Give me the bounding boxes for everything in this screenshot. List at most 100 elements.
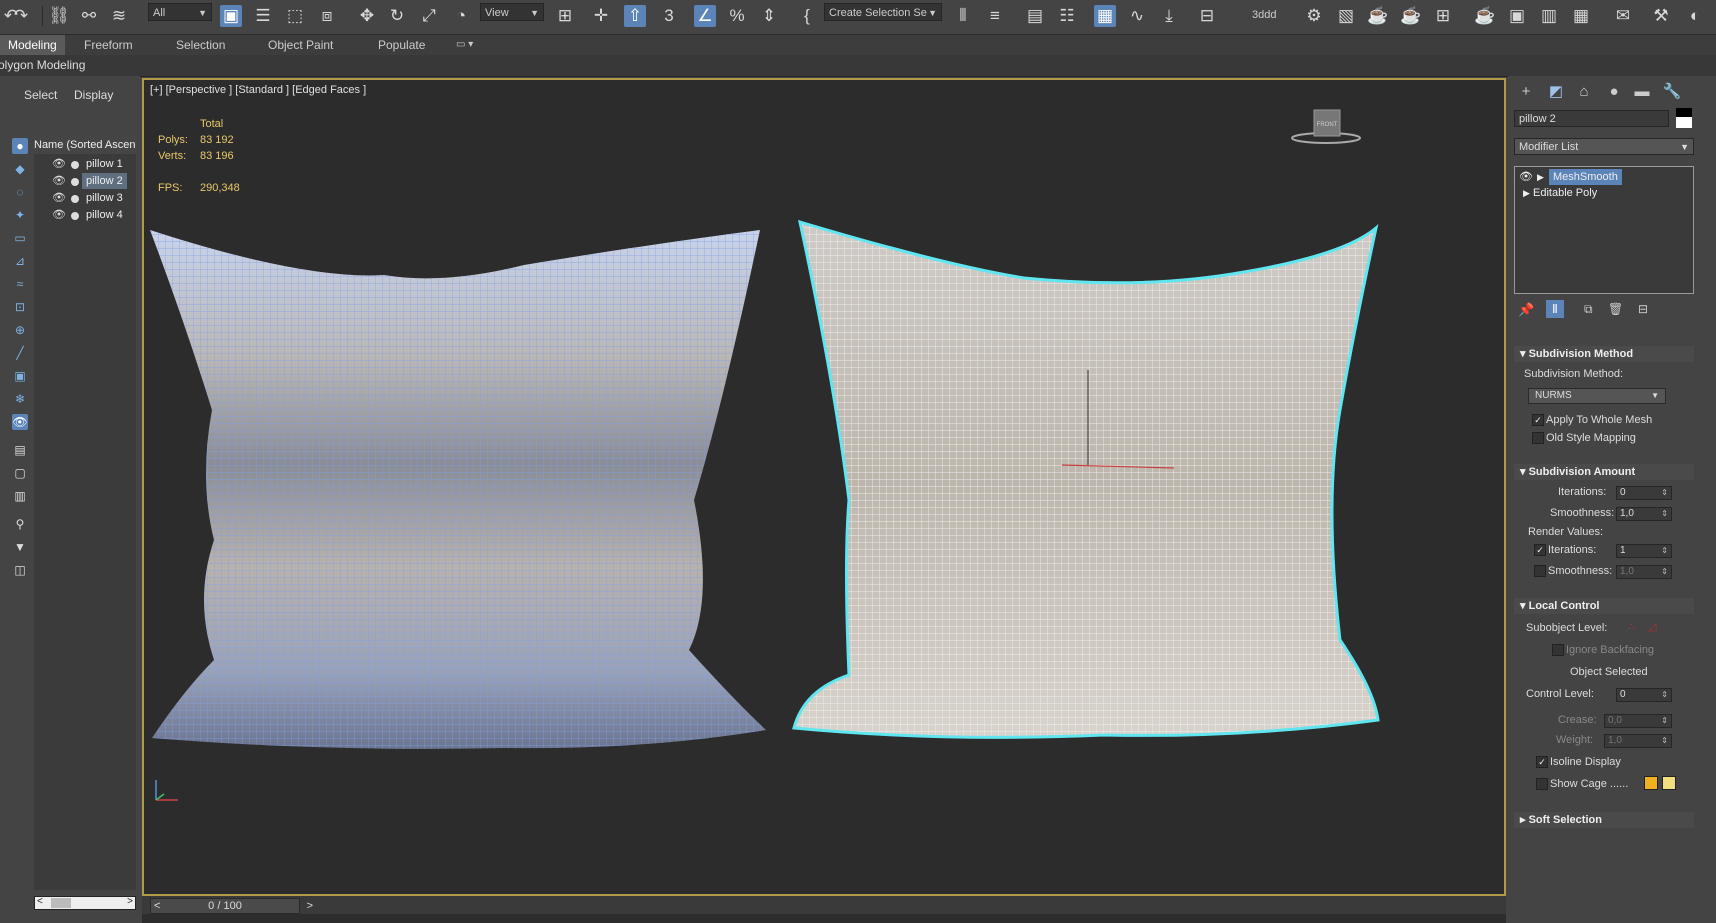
object-name-field[interactable]: pillow 2 (1514, 110, 1669, 127)
list-item[interactable]: 👁 pillow 3 (34, 190, 136, 208)
scene-tab-select[interactable]: Select (24, 88, 57, 102)
curve-editor-icon[interactable]: ∿ (1126, 5, 1148, 27)
filter-selected-icon[interactable]: ⚲ (12, 516, 28, 532)
spinner-arrows-icon[interactable]: ⇕ (1661, 508, 1668, 520)
display-cameras-icon[interactable]: ▭ (12, 230, 28, 246)
make-unique-icon[interactable]: ⧉ (1584, 302, 1593, 317)
rollout-soft-selection[interactable]: ▸ Soft Selection (1514, 812, 1694, 828)
timeline-bar[interactable] (142, 896, 1506, 923)
old-style-mapping-checkbox[interactable] (1532, 432, 1544, 444)
tab-populate[interactable]: Populate (378, 35, 425, 55)
rendered-frame-icon[interactable]: ▧ (1335, 5, 1357, 27)
rotate-icon[interactable]: ↻ (386, 5, 408, 27)
display-frozen-icon[interactable]: ❄ (12, 391, 28, 407)
viewcube[interactable]: FRONT (1291, 109, 1361, 144)
tab-freeform[interactable]: Freeform (84, 35, 133, 55)
snaps-toggle-icon[interactable]: 3 (658, 5, 680, 27)
scene-settings-icon[interactable]: ◫ (12, 562, 28, 578)
show-end-result-icon[interactable]: Ⅱ (1546, 300, 1564, 318)
subdivision-method-dropdown[interactable]: NURMS ▼ (1528, 388, 1666, 404)
spinner-arrows-icon[interactable]: ⇕ (1661, 715, 1668, 727)
spinner-arrows-icon[interactable]: ⇕ (1661, 689, 1668, 701)
ribbon-options-icon[interactable]: ▭ ▾ (456, 35, 473, 55)
list-item[interactable]: 👁 pillow 1 (34, 156, 136, 174)
prev-frame-icon[interactable]: < (154, 899, 160, 913)
list-item[interactable]: 👁 pillow 2 (34, 173, 136, 191)
rollout-subdivision-method[interactable]: ▾ Subdivision Method (1514, 346, 1694, 362)
display-geometry-icon[interactable]: ◆ (12, 161, 28, 177)
render-setup-icon[interactable]: ⚙ (1303, 5, 1325, 27)
cage-color-swatch[interactable] (1644, 776, 1658, 790)
create-tab-icon[interactable]: + (1516, 82, 1536, 102)
list-item[interactable]: 👁 pillow 4 (34, 207, 136, 225)
display-none-icon[interactable]: ● (12, 138, 28, 154)
material-editor-icon[interactable]: ⊟ (1196, 5, 1218, 27)
apply-whole-mesh-checkbox[interactable]: ✓ (1532, 414, 1544, 426)
visibility-eye-icon[interactable]: 👁 (52, 208, 66, 221)
environment-icon[interactable]: ▦ (1570, 5, 1592, 27)
pillow-2-mesh[interactable] (792, 219, 1380, 739)
time-slider[interactable]: < 0 / 100 > (150, 898, 313, 914)
angle-snap-icon[interactable]: ∠ (694, 5, 716, 27)
redo-icon[interactable]: ↷ (10, 5, 32, 27)
keyboard-shortcut-override-icon[interactable]: ⇧ (624, 5, 646, 27)
control-level-spinner[interactable]: 0 ⇕ (1616, 688, 1672, 702)
spinner-arrows-icon[interactable]: ⇕ (1661, 487, 1668, 499)
spinner-snap-icon[interactable]: ⇕ (758, 5, 780, 27)
rollout-subdivision-amount[interactable]: ▾ Subdivision Amount (1514, 464, 1694, 480)
visibility-eye-icon[interactable]: 👁 (52, 157, 66, 170)
scroll-left-icon[interactable]: < (37, 896, 43, 907)
teapot-render-icon[interactable]: ☕ (1474, 5, 1496, 27)
link-icon[interactable]: ⛓ (48, 5, 70, 27)
move-icon[interactable]: ✥ (356, 5, 378, 27)
edit-named-selection-icon[interactable]: { (796, 5, 818, 27)
window-crossing-icon[interactable]: ⧈ (316, 5, 338, 27)
tab-modeling[interactable]: Modeling (0, 35, 65, 55)
ignore-backfacing-checkbox[interactable] (1552, 644, 1564, 656)
display-lights-icon[interactable]: ✦ (12, 207, 28, 223)
object-color-swatch[interactable] (1676, 108, 1692, 128)
unlink-icon[interactable]: ⚯ (78, 5, 100, 27)
render-dot-icon[interactable] (71, 178, 79, 186)
edge-level-icon[interactable]: ◿ (1648, 620, 1656, 633)
eye-icon[interactable]: 👁 (1519, 169, 1533, 185)
spinner-arrows-icon[interactable]: ⇕ (1661, 566, 1668, 578)
align-icon[interactable]: ≡ (984, 5, 1006, 27)
next-frame-icon[interactable]: > (307, 899, 313, 913)
visibility-eye-icon[interactable]: 👁 (52, 174, 66, 187)
toggle-ribbon-icon[interactable]: ☷ (1056, 5, 1078, 27)
bind-spacewarp-icon[interactable]: ≋ (108, 5, 130, 27)
hierarchy-tab-icon[interactable]: ⌂ (1574, 82, 1594, 102)
render-iterative-icon[interactable]: ☕ (1400, 5, 1422, 27)
tab-object-paint[interactable]: Object Paint (268, 35, 333, 55)
stack-item-meshsmooth[interactable]: 👁 ▶ MeshSmooth (1515, 169, 1693, 185)
display-spacewarps-icon[interactable]: ≈ (12, 276, 28, 292)
help-icon[interactable]: ◐ (1684, 5, 1706, 27)
select-object-icon[interactable]: ▣ (220, 5, 242, 27)
display-tab-icon[interactable]: ▬ (1632, 82, 1652, 102)
pillow-1-mesh[interactable] (150, 230, 766, 749)
iterations-spinner[interactable]: 0 ⇕ (1616, 486, 1672, 500)
display-bones-icon[interactable]: ╱ (12, 345, 28, 361)
scroll-thumb[interactable] (51, 898, 71, 908)
ref-coord-dropdown[interactable]: View ▼ (480, 3, 544, 21)
named-selection-dropdown[interactable]: Create Selection Se ▼ (824, 3, 942, 21)
smoothness-spinner[interactable]: 1,0 ⇕ (1616, 507, 1672, 521)
select-manipulate-icon[interactable]: ✛ (590, 5, 612, 27)
show-cage-checkbox[interactable] (1536, 778, 1548, 790)
ribbon-sub-label[interactable]: Polygon Modeling (0, 58, 85, 72)
rect-selection-icon[interactable]: ⬚ (284, 5, 306, 27)
display-hidden-icon[interactable]: 👁 (12, 414, 28, 430)
display-helpers-icon[interactable]: ⊿ (12, 253, 28, 269)
expand-icon[interactable]: ▶ (1537, 169, 1544, 185)
display-xrefs-icon[interactable]: ⊕ (12, 322, 28, 338)
tab-selection[interactable]: Selection (176, 35, 225, 55)
spinner-arrows-icon[interactable]: ⇕ (1661, 545, 1668, 557)
filter-icon[interactable]: ▼ (12, 539, 28, 555)
perspective-viewport[interactable]: [+] [Perspective ] [Standard ] [Edged Fa… (142, 78, 1506, 896)
scroll-right-icon[interactable]: > (127, 896, 133, 907)
render-dot-icon[interactable] (71, 212, 79, 220)
motion-tab-icon[interactable]: ● (1604, 82, 1624, 102)
render-dot-icon[interactable] (71, 161, 79, 169)
pivot-icon[interactable]: ⊞ (554, 5, 576, 27)
